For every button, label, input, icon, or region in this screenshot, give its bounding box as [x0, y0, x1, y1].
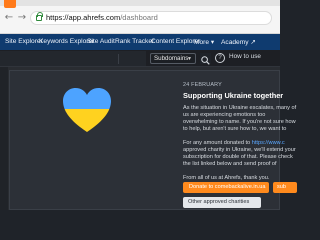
address-bar[interactable]: https://app.ahrefs.com/dashboard: [30, 11, 272, 25]
donation-link[interactable]: https://www.c: [252, 140, 285, 146]
ukraine-support-card: 24 FEBRUARY Supporting Ukraine together …: [9, 70, 297, 210]
donation-text-start: For any amount donated to: [183, 140, 252, 146]
help-icon[interactable]: ?: [215, 53, 225, 63]
other-charities-label: Other approved charities: [188, 199, 250, 205]
chevron-down-icon: ▼: [187, 56, 192, 62]
card-title: Supporting Ukraine together: [183, 91, 284, 100]
url-path: /dashboard: [120, 13, 158, 22]
submit-proof-label: sub: [277, 184, 287, 190]
intro-paragraph: As the situation in Ukraine escalates, m…: [183, 105, 297, 132]
url-domain: https://app.ahrefs.com: [46, 13, 121, 22]
main-content: 24 FEBRUARY Supporting Ukraine together …: [0, 67, 297, 210]
subdomains-label: Subdomains: [154, 55, 189, 62]
donate-label: Donate to comebackalive.in.ua: [189, 184, 266, 190]
lock-icon: [36, 12, 43, 21]
subdomains-select[interactable]: Subdomains ▼: [150, 53, 196, 64]
nav-academy[interactable]: Academy ↗: [221, 38, 256, 46]
sidebar: [0, 67, 8, 210]
ukraine-heart-icon: [63, 88, 111, 132]
search-divider: [118, 54, 148, 64]
search-toolbar: Subdomains ▼ ? How to use: [0, 50, 280, 67]
nav-more[interactable]: More ▾: [194, 38, 214, 46]
nav-rank-tracker[interactable]: Rank Tracker: [115, 38, 154, 45]
main-navigation: Site Explorer Keywords Explorer Site Aud…: [0, 34, 280, 50]
how-to-use-link[interactable]: How to use: [229, 53, 261, 60]
search-button[interactable]: [200, 53, 211, 65]
donation-paragraph: For any amount donated to https://www.c …: [183, 140, 298, 168]
forward-arrow-icon[interactable]: →: [16, 12, 28, 24]
url-search-input[interactable]: [0, 51, 146, 66]
back-arrow-icon[interactable]: ←: [3, 12, 15, 24]
post-date: 24 FEBRUARY: [183, 82, 222, 88]
donation-text-end: approved charity in Ukraine, we'll exten…: [183, 147, 296, 167]
search-icon: [201, 56, 210, 65]
submit-proof-button[interactable]: sub: [273, 182, 297, 193]
donate-button[interactable]: Donate to comebackalive.in.ua: [183, 182, 269, 193]
tab-strip: [0, 0, 280, 6]
nav-site-audit[interactable]: Site Audit: [87, 38, 115, 45]
url-text: https://app.ahrefs.com/dashboard: [46, 13, 158, 22]
favicon-icon[interactable]: [4, 0, 16, 8]
other-charities-button[interactable]: Other approved charities: [183, 197, 261, 208]
browser-toolbar: ← → https://app.ahrefs.com/dashboard: [0, 0, 280, 34]
nav-site-explorer[interactable]: Site Explorer: [5, 38, 43, 45]
